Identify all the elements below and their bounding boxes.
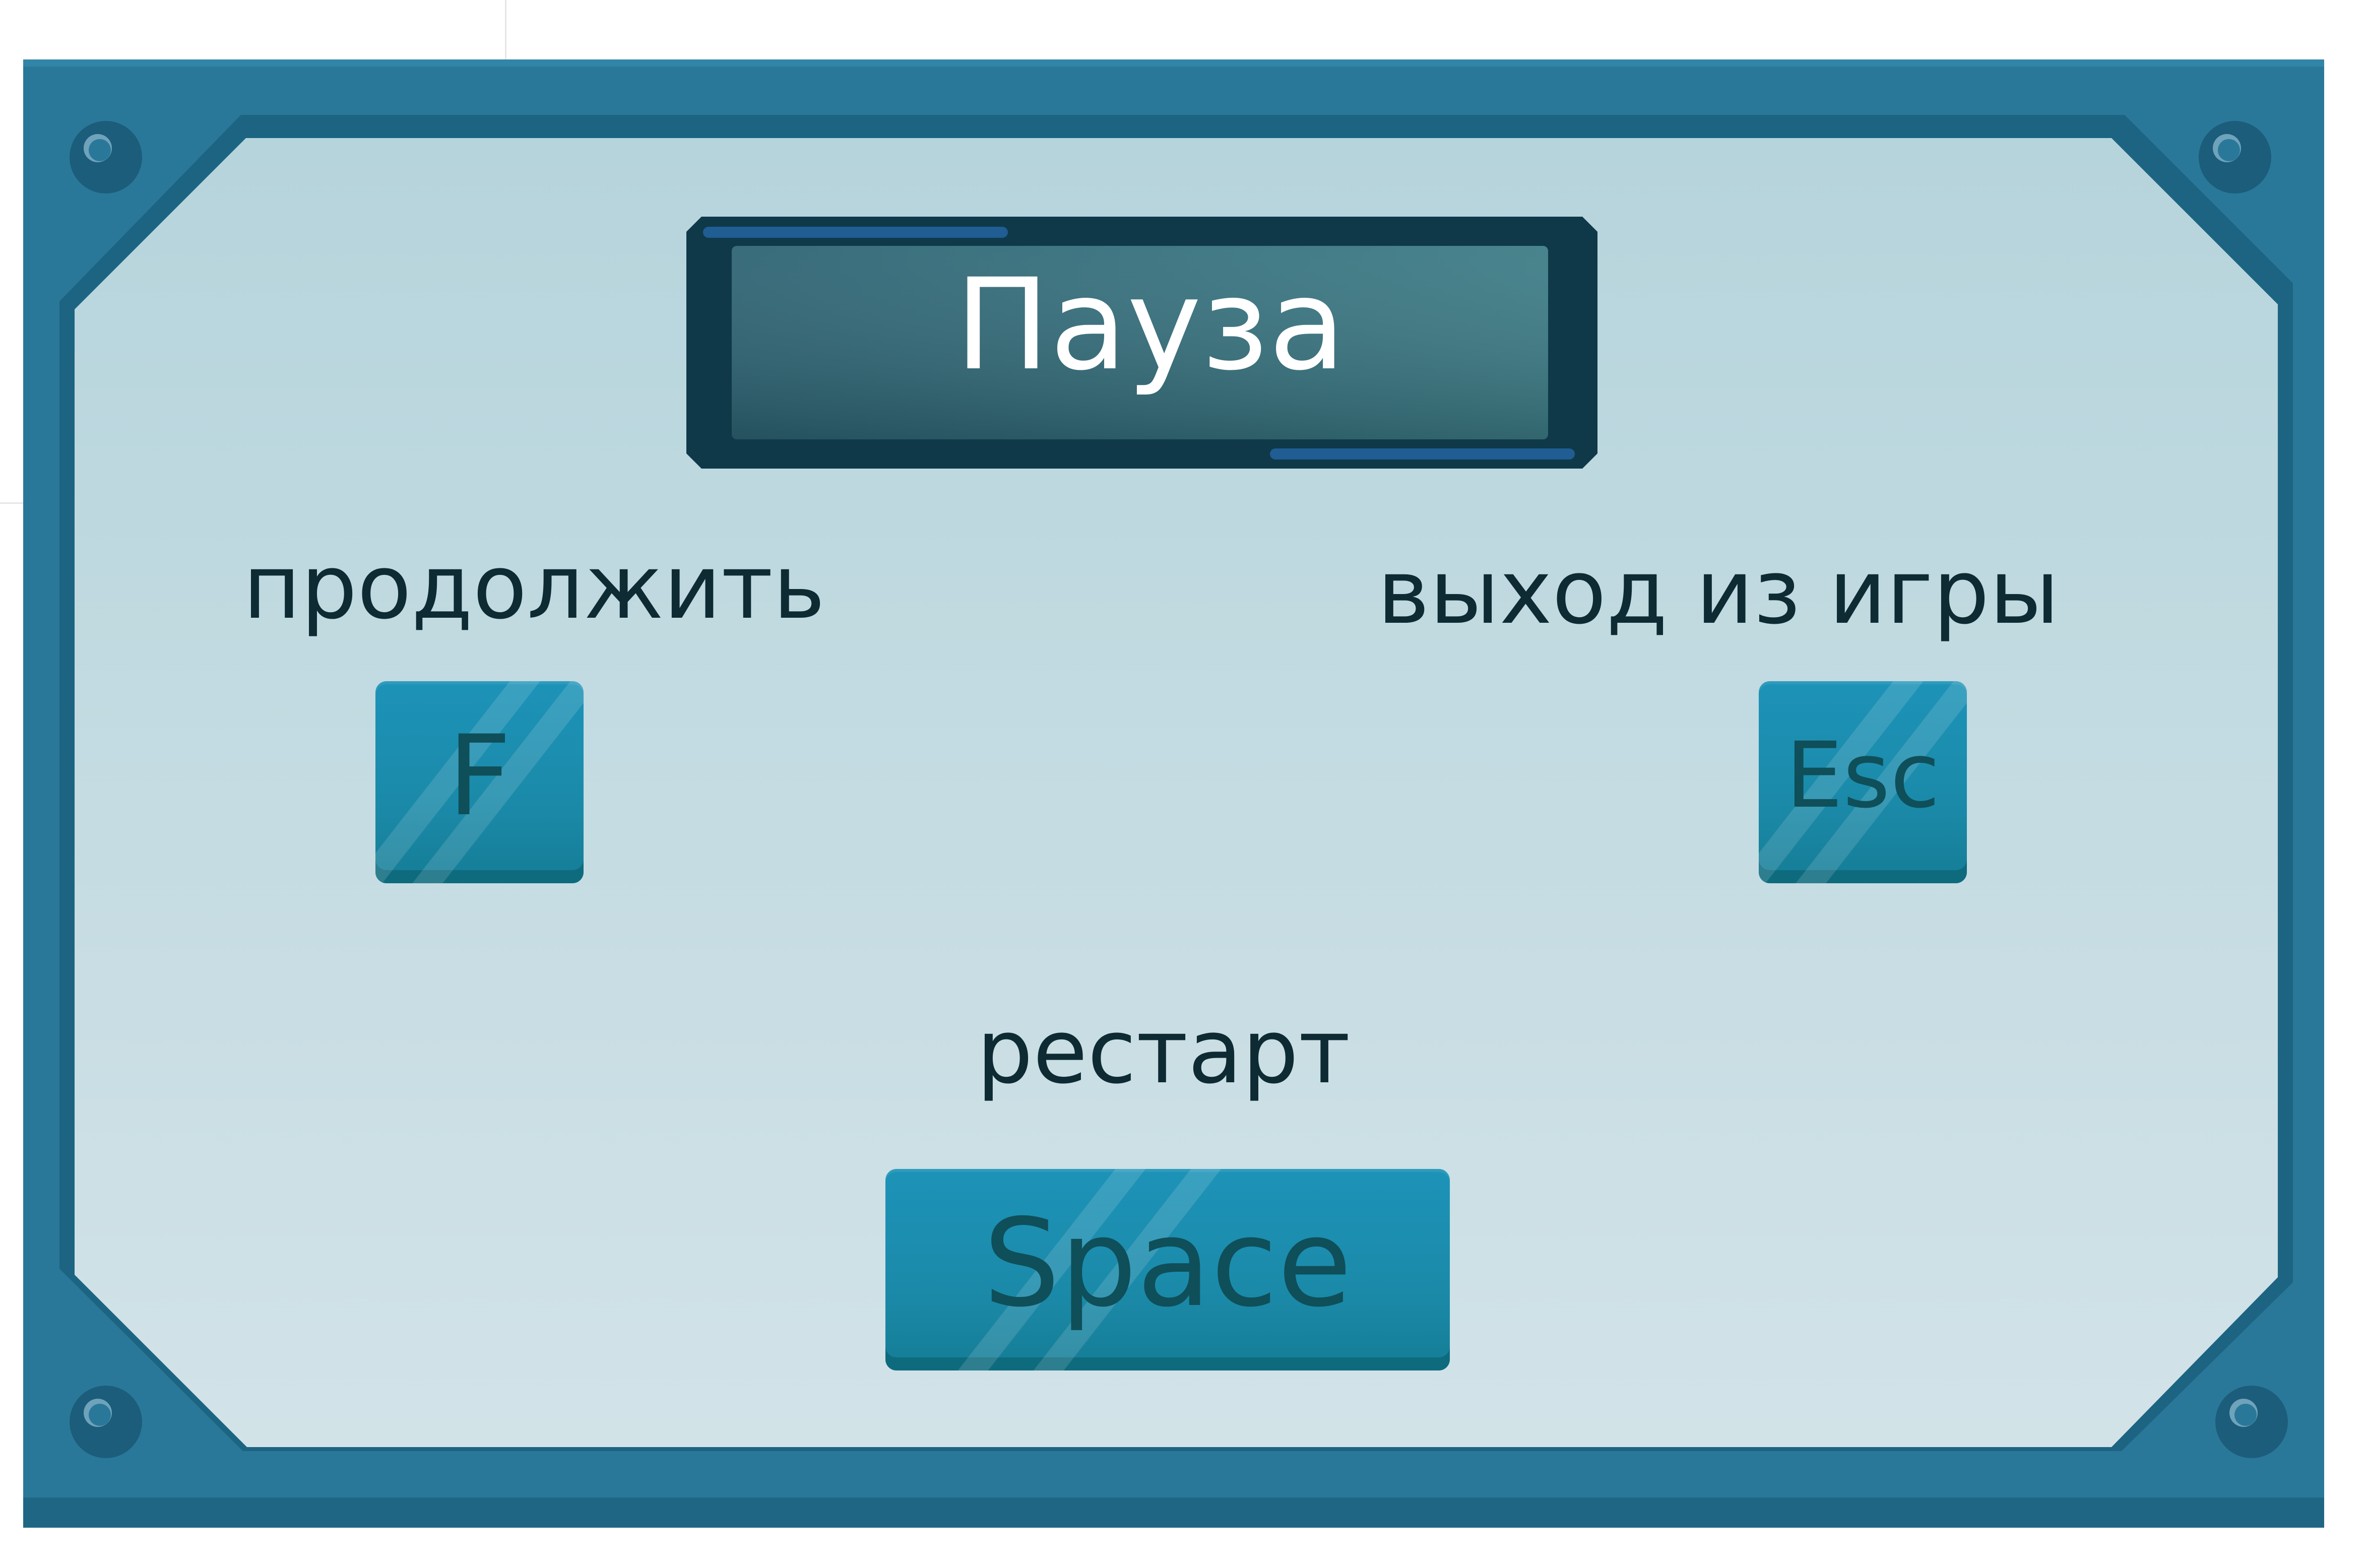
exit-key-button[interactable]: Esc bbox=[1759, 681, 1967, 883]
rivet-bottom-right bbox=[2215, 1386, 2288, 1458]
continue-key-button[interactable]: F bbox=[375, 681, 584, 883]
rivet-top-left bbox=[70, 121, 142, 193]
continue-label: продолжить bbox=[243, 536, 825, 639]
restart-key-button[interactable]: Space bbox=[885, 1169, 1450, 1370]
title-bar-accent-top bbox=[703, 227, 1008, 238]
rivet-top-right bbox=[2199, 121, 2271, 193]
rivet-bottom-left bbox=[70, 1386, 142, 1458]
page-title: Пауза bbox=[955, 251, 1346, 398]
exit-label: выход из игры bbox=[1377, 541, 2060, 644]
title-bar-accent-bottom bbox=[1270, 448, 1575, 460]
exit-key-label: Esc bbox=[1785, 723, 1940, 828]
restart-label: рестарт bbox=[977, 1000, 1351, 1103]
continue-key-label: F bbox=[447, 711, 511, 840]
outer-plate-bottom-edge bbox=[23, 1497, 2324, 1528]
restart-key-label: Space bbox=[983, 1193, 1352, 1334]
outer-plate-top-edge bbox=[23, 59, 2324, 67]
